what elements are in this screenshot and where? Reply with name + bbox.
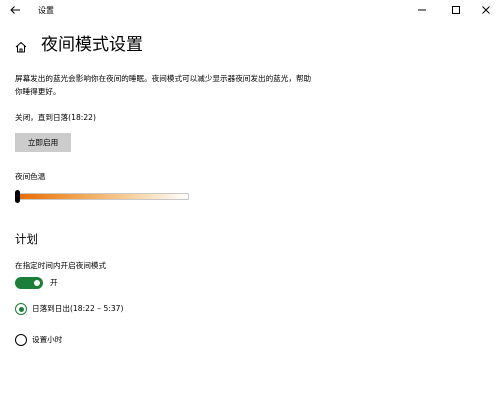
close-icon (482, 6, 490, 14)
toggle-state-label: 开 (50, 278, 58, 287)
schedule-section-title: 计划 (15, 232, 38, 246)
minimize-icon (418, 9, 426, 11)
radio-selected-dot (18, 306, 24, 312)
color-temp-label: 夜间色温 (15, 172, 46, 181)
schedule-toggle[interactable] (15, 277, 43, 289)
radio-set-hours[interactable] (15, 334, 27, 346)
window-title: 设置 (38, 6, 54, 15)
color-temp-slider-thumb[interactable] (15, 190, 20, 203)
color-temp-slider[interactable] (15, 193, 189, 200)
enable-now-button[interactable]: 立即启用 (15, 133, 71, 152)
maximize-icon (452, 6, 460, 14)
radio-sunset-to-sunrise-label[interactable]: 日落到日出(18:22 – 5:37) (32, 303, 123, 315)
toggle-knob (34, 280, 40, 286)
settings-window: 设置 夜间模式设置 屏幕发出的蓝光会影响你在夜间的睡眠。夜间模式可以减少显示器夜… (0, 0, 500, 394)
schedule-toggle-label: 在指定时间内开启夜间模式 (15, 261, 107, 270)
page-title: 夜间模式设置 (41, 35, 143, 55)
close-button[interactable] (470, 0, 500, 20)
status-text: 关闭，直到日落(18:22) (15, 113, 96, 122)
back-arrow-icon[interactable] (8, 4, 22, 18)
maximize-button[interactable] (440, 0, 472, 20)
description-text: 屏幕发出的蓝光会影响你在夜间的睡眠。夜间模式可以减少显示器夜间发出的蓝光，帮助你… (15, 74, 312, 96)
radio-set-hours-label[interactable]: 设置小时 (32, 334, 62, 346)
title-bar: 设置 (0, 0, 500, 22)
minimize-button[interactable] (406, 0, 438, 20)
radio-sunset-to-sunrise[interactable] (15, 303, 27, 315)
home-icon[interactable] (14, 39, 28, 53)
